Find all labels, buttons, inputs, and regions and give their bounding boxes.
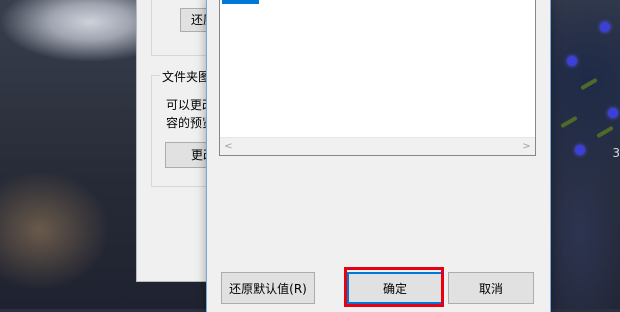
chevron-right-icon[interactable]: >: [518, 138, 535, 155]
restore-defaults-button[interactable]: 还原默认值(R): [221, 272, 315, 304]
cancel-button[interactable]: 取消: [448, 272, 534, 304]
wallpaper-leaf: [596, 125, 614, 139]
chevron-left-icon[interactable]: <: [220, 138, 237, 155]
wallpaper-flower: [567, 56, 577, 66]
desktop-edge-text: 3: [612, 146, 620, 160]
folder-group-legend: 文件夹图: [160, 68, 213, 85]
list-pane[interactable]: < >: [219, 0, 536, 156]
wallpaper-leaf: [580, 77, 598, 91]
ok-button[interactable]: 确定: [347, 272, 443, 304]
dialog-window: < > 还原默认值(R) 确定 取消: [206, 0, 551, 312]
wallpaper-flower: [608, 108, 618, 118]
wallpaper-leaf: [560, 115, 578, 129]
horizontal-scrollbar[interactable]: < >: [220, 137, 535, 155]
selected-item-highlight[interactable]: [222, 0, 259, 4]
wallpaper-flower: [600, 22, 610, 32]
wallpaper-flower: [575, 145, 585, 155]
